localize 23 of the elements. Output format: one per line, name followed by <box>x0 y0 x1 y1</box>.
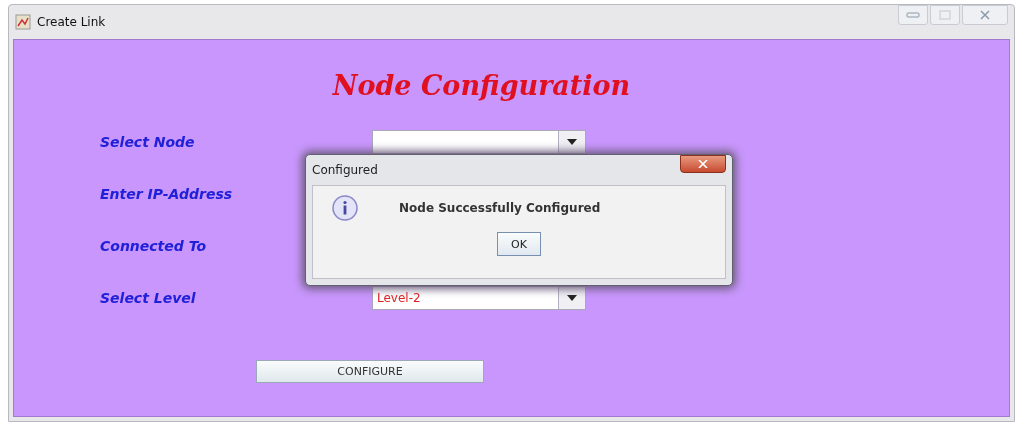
maximize-button[interactable] <box>930 5 960 25</box>
close-icon <box>979 10 991 20</box>
maximize-icon <box>939 10 951 20</box>
caret-icon <box>567 139 577 145</box>
field-label: Connected To <box>100 238 208 254</box>
info-icon <box>331 194 359 222</box>
field-label: Select Level <box>100 290 197 306</box>
dropdown[interactable]: Level-2 <box>372 286 586 310</box>
close-icon <box>698 160 708 168</box>
configure-button[interactable]: CONFIGURE <box>256 360 484 383</box>
field-label: Select Node <box>100 134 196 150</box>
close-button[interactable] <box>680 155 726 173</box>
window-title: Create Link <box>37 15 106 29</box>
dialog-title: Configured <box>312 163 378 177</box>
minimize-icon <box>906 11 920 19</box>
app-icon <box>15 14 31 30</box>
heading: Node Configuration <box>331 70 632 101</box>
ok-button[interactable]: OK <box>497 232 541 256</box>
dropdown[interactable] <box>372 130 586 154</box>
minimize-button[interactable] <box>898 5 928 25</box>
caret-icon <box>567 295 577 301</box>
dialog-message: Node Successfully Configured <box>399 201 601 215</box>
field-label: Enter IP-Address <box>100 186 234 202</box>
